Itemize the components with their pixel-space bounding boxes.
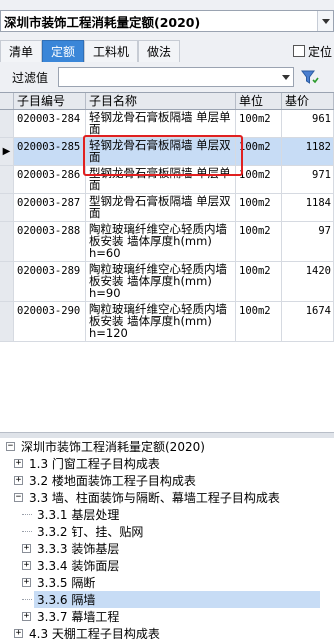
filter-row: 过滤值 (0, 66, 334, 88)
tree-node[interactable]: + 3.2 楼地面装饰工程子目构成表 (0, 472, 334, 489)
cell-price: 97 (282, 222, 334, 261)
tree-node[interactable]: + 3.3.3 装饰基层 (0, 540, 334, 557)
tree-node-label: 3.3 墙、柱面装饰与隔断、幕墙工程子目构成表 (29, 491, 280, 505)
tree-node[interactable]: + 1.3 门窗工程子目构成表 (0, 455, 334, 472)
cell-price: 971 (282, 166, 334, 193)
cell-code: 020003-285 (14, 138, 86, 165)
tree-node-label: 3.3.6 隔墙 (34, 591, 320, 608)
tree-node-label: 3.3.7 幕墙工程 (37, 610, 120, 624)
cell-price: 1182 (282, 138, 334, 165)
tree-node-selected[interactable]: 3.3.6 隔墙 (0, 591, 334, 608)
table-row[interactable]: 020003-287 型钢龙骨石膏板隔墙 单层双面 100m2 1184 (0, 194, 334, 222)
table-row[interactable]: ▶ 020003-285 轻钢龙骨石膏板隔墙 单层双面 100m2 1182 (0, 138, 334, 166)
cell-unit: 100m2 (236, 166, 282, 193)
expand-icon[interactable]: + (14, 459, 23, 468)
tree-node-label: 3.3.1 基层处理 (37, 508, 120, 522)
tree-node-label: 4.3 天棚工程子目构成表 (29, 627, 160, 639)
tree-node-label: 3.3.4 装饰面层 (37, 559, 120, 573)
cell-name: 轻钢龙骨石膏板隔墙 单层双面 (86, 138, 236, 165)
col-header-name[interactable]: 子目名称 (86, 93, 236, 109)
tree-node-label: 深圳市装饰工程消耗量定额(2020) (21, 440, 205, 454)
grid-header: 子目编号 子目名称 单位 基价 (0, 93, 334, 110)
col-header-price[interactable]: 基价 (282, 93, 334, 109)
locate-label: 定位 (307, 44, 332, 59)
table-row[interactable]: 020003-290 陶粒玻璃纤维空心轻质内墙板安装 墙体厚度h(mm) h=1… (0, 302, 334, 342)
tab-materials[interactable]: 工料机 (84, 40, 139, 62)
table-row[interactable]: 020003-288 陶粒玻璃纤维空心轻质内墙板安装 墙体厚度h(mm) h=6… (0, 222, 334, 262)
tree-node[interactable]: 3.3.1 基层处理 (0, 506, 334, 523)
cell-code: 020003-289 (14, 262, 86, 301)
expand-icon[interactable]: + (14, 629, 23, 638)
quota-grid: 子目编号 子目名称 单位 基价 020003-284 轻钢龙骨石膏板隔墙 单层单… (0, 92, 334, 432)
cell-name: 轻钢龙骨石膏板隔墙 单层单面 (86, 110, 236, 137)
cell-code: 020003-284 (14, 110, 86, 137)
cell-unit: 100m2 (236, 302, 282, 341)
cell-code: 020003-287 (14, 194, 86, 221)
cell-unit: 100m2 (236, 110, 282, 137)
expand-icon[interactable]: + (22, 544, 31, 553)
chapter-tree: − 深圳市装饰工程消耗量定额(2020) + 1.3 门窗工程子目构成表 + 3… (0, 438, 334, 639)
expand-icon[interactable]: + (22, 561, 31, 570)
locate-toggle[interactable]: 定位 (292, 40, 334, 62)
cell-code: 020003-290 (14, 302, 86, 341)
cell-unit: 100m2 (236, 194, 282, 221)
chevron-down-icon[interactable] (317, 11, 333, 31)
cell-code: 020003-286 (14, 166, 86, 193)
col-header-unit[interactable]: 单位 (236, 93, 282, 109)
collapse-icon[interactable]: − (14, 493, 23, 502)
table-row[interactable]: 020003-286 型钢龙骨石膏板隔墙 单层单面 100m2 971 (0, 166, 334, 194)
cell-name: 陶粒玻璃纤维空心轻质内墙板安装 墙体厚度h(mm) h=120 (86, 302, 236, 341)
cell-price: 961 (282, 110, 334, 137)
cell-price: 1420 (282, 262, 334, 301)
tree-node-label: 3.3.3 装饰基层 (37, 542, 120, 556)
tree-node-label: 3.3.5 隔断 (37, 576, 96, 590)
tab-bar: 清单 定额 工料机 做法 定位 (0, 40, 334, 62)
cell-unit: 100m2 (236, 262, 282, 301)
table-row[interactable]: 020003-289 陶粒玻璃纤维空心轻质内墙板安装 墙体厚度h(mm) h=9… (0, 262, 334, 302)
filter-icon[interactable] (299, 67, 321, 87)
tree-node[interactable]: + 3.3.7 幕墙工程 (0, 608, 334, 625)
locate-checkbox[interactable] (292, 45, 305, 57)
tree-node-label: 3.2 楼地面装饰工程子目构成表 (29, 474, 196, 488)
tree-node[interactable]: 3.3.2 钉、挂、贴网 (0, 523, 334, 540)
collapse-icon[interactable]: − (6, 442, 15, 451)
cell-name: 型钢龙骨石膏板隔墙 单层双面 (86, 194, 236, 221)
cell-price: 1184 (282, 194, 334, 221)
expand-icon[interactable]: + (22, 612, 31, 621)
cell-name: 陶粒玻璃纤维空心轻质内墙板安装 墙体厚度h(mm) h=90 (86, 262, 236, 301)
filter-label: 过滤值 (12, 70, 49, 85)
dictionary-select-value: 深圳市装饰工程消耗量定额(2020) (4, 14, 201, 30)
tree-node[interactable]: + 4.3 天棚工程子目构成表 (0, 625, 334, 639)
tab-method[interactable]: 做法 (138, 40, 181, 62)
cell-price: 1674 (282, 302, 334, 341)
table-row[interactable]: 020003-284 轻钢龙骨石膏板隔墙 单层单面 100m2 961 (0, 110, 334, 138)
chevron-down-icon[interactable] (278, 68, 293, 86)
tree-node-root[interactable]: − 深圳市装饰工程消耗量定额(2020) (0, 438, 334, 455)
tree-node[interactable]: − 3.3 墙、柱面装饰与隔断、幕墙工程子目构成表 (0, 489, 334, 506)
cell-name: 型钢龙骨石膏板隔墙 单层单面 (86, 166, 236, 193)
cell-unit: 100m2 (236, 138, 282, 165)
filter-input[interactable] (58, 67, 294, 87)
tab-bill[interactable]: 清单 (0, 40, 43, 62)
tree-node-label: 1.3 门窗工程子目构成表 (29, 457, 160, 471)
cell-name: 陶粒玻璃纤维空心轻质内墙板安装 墙体厚度h(mm) h=60 (86, 222, 236, 261)
expand-icon[interactable]: + (22, 578, 31, 587)
cell-unit: 100m2 (236, 222, 282, 261)
tree-node[interactable]: + 3.3.5 隔断 (0, 574, 334, 591)
cell-code: 020003-288 (14, 222, 86, 261)
dictionary-select[interactable]: 深圳市装饰工程消耗量定额(2020) (0, 10, 334, 32)
row-pointer-icon: ▶ (0, 138, 14, 165)
tree-node[interactable]: + 3.3.4 装饰面层 (0, 557, 334, 574)
tree-node-label: 3.3.2 钉、挂、贴网 (37, 525, 144, 539)
col-header-code[interactable]: 子目编号 (14, 93, 86, 109)
expand-icon[interactable]: + (14, 476, 23, 485)
tab-quota[interactable]: 定额 (42, 40, 85, 62)
